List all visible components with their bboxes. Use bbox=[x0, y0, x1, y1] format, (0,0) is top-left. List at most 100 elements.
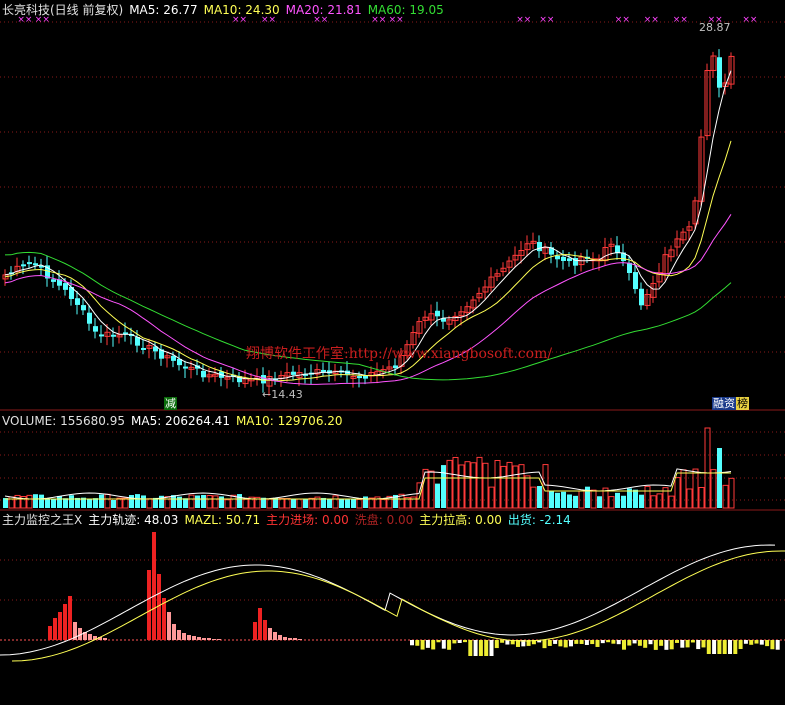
volume-bar bbox=[380, 499, 387, 509]
indicator-header-item: 主力进场: 0.00 bbox=[266, 513, 349, 527]
volume-bar bbox=[446, 459, 453, 509]
volume-bar bbox=[122, 497, 129, 509]
shakeout-bar bbox=[775, 640, 780, 650]
shakeout-bar bbox=[425, 640, 430, 648]
volume-ma5-line bbox=[4, 468, 732, 500]
volume-bar bbox=[351, 499, 356, 508]
shakeout-bar bbox=[463, 640, 467, 643]
candle-body bbox=[99, 334, 104, 337]
volume-bar bbox=[555, 492, 560, 508]
volume-bar bbox=[111, 499, 116, 508]
candle-body bbox=[111, 334, 116, 337]
volume-bar bbox=[26, 494, 33, 509]
dragon-tiger-list-tag[interactable]: 榜 bbox=[736, 397, 749, 410]
candle-body bbox=[435, 310, 440, 317]
price-header-item: MA60: 19.05 bbox=[367, 3, 444, 17]
main-entry-bar bbox=[278, 635, 282, 640]
volume-bar bbox=[704, 427, 711, 509]
indicator-header-item: 出货: -2.14 bbox=[507, 513, 571, 527]
volume-header-item: MA10: 129706.20 bbox=[235, 414, 343, 428]
volume-bar bbox=[686, 488, 693, 509]
volume-bar bbox=[717, 448, 722, 508]
volume-bar bbox=[135, 494, 140, 508]
main-entry-bar bbox=[298, 639, 302, 640]
candle-body bbox=[33, 263, 38, 266]
price-header-item: MA10: 24.30 bbox=[203, 3, 280, 17]
candle-body bbox=[51, 279, 56, 282]
candle-body bbox=[567, 258, 572, 262]
indicator-header-item: 主力监控之王X bbox=[2, 513, 83, 527]
volume-bar bbox=[368, 497, 375, 509]
volume-bar bbox=[567, 494, 572, 508]
volume-bar bbox=[512, 465, 519, 509]
shakeout-bar bbox=[754, 640, 759, 644]
margin-trading-tag[interactable]: 融资 bbox=[712, 397, 736, 410]
volume-bar bbox=[650, 495, 657, 509]
volume-bar bbox=[452, 456, 459, 509]
main-entry-bar bbox=[48, 626, 52, 640]
shakeout-bar bbox=[494, 640, 499, 649]
main-entry-bar bbox=[152, 532, 156, 640]
shakeout-bar bbox=[632, 640, 637, 644]
main-entry-bar bbox=[202, 638, 206, 640]
volume-bar bbox=[129, 495, 134, 508]
volume-bar bbox=[188, 494, 195, 509]
candle-body bbox=[639, 288, 644, 306]
price-panel-header: 长亮科技(日线 前复权) MA5: 26.77 MA10: 24.30 MA20: 2… bbox=[2, 3, 450, 17]
shakeout-bar bbox=[712, 640, 717, 654]
volume-bar bbox=[458, 464, 465, 509]
shakeout-bar bbox=[489, 640, 494, 656]
volume-bar bbox=[524, 475, 531, 509]
volume-bar bbox=[549, 490, 554, 508]
main-entry-bar bbox=[167, 612, 171, 640]
volume-bar bbox=[578, 490, 585, 509]
signal-marker: ×× bbox=[615, 15, 630, 25]
volume-bar bbox=[728, 477, 735, 509]
low-price-label: ←14.43 bbox=[262, 388, 303, 401]
volume-bar bbox=[69, 495, 74, 508]
volume-bar bbox=[428, 470, 435, 509]
volume-bar bbox=[224, 499, 231, 509]
shakeout-bar bbox=[637, 640, 642, 646]
volume-header-item: MA5: 206264.41 bbox=[131, 414, 230, 428]
volume-bar bbox=[206, 495, 213, 509]
shakeout-bar bbox=[473, 640, 478, 656]
volume-bar bbox=[482, 462, 489, 509]
shakeout-bar bbox=[595, 640, 600, 647]
volume-bar bbox=[177, 496, 182, 508]
volume-bar bbox=[441, 465, 446, 508]
volume-bar bbox=[284, 498, 291, 509]
volume-bar bbox=[99, 494, 104, 508]
signal-marker: ×× bbox=[673, 15, 688, 25]
main-entry-bar bbox=[187, 635, 191, 640]
volume-bar bbox=[45, 498, 50, 508]
watermark-text: 翔博软件工作室:http://www.xiangbosoft.com/ bbox=[246, 346, 553, 362]
volume-bar bbox=[644, 485, 651, 509]
mazl-line bbox=[11, 550, 785, 662]
main-entry-bar bbox=[268, 628, 272, 640]
volume-bar bbox=[621, 495, 626, 508]
volume-bar bbox=[518, 464, 525, 509]
candle-body bbox=[93, 326, 98, 332]
volume-bar bbox=[116, 497, 123, 509]
candle-body bbox=[555, 255, 560, 260]
main-entry-bar bbox=[58, 612, 62, 640]
shakeout-bar bbox=[452, 640, 457, 644]
reduce-holding-tag[interactable]: 减 bbox=[164, 397, 177, 410]
volume-bar bbox=[171, 495, 176, 508]
main-entry-bar bbox=[197, 637, 201, 640]
shakeout-bar bbox=[447, 640, 452, 650]
candle-body bbox=[291, 371, 296, 375]
shakeout-bar bbox=[606, 640, 611, 643]
volume-bar bbox=[339, 498, 344, 508]
volume-bar bbox=[680, 469, 687, 509]
shakeout-bar bbox=[696, 640, 701, 650]
shakeout-bar bbox=[759, 640, 764, 645]
shakeout-bar bbox=[728, 640, 732, 654]
candle-body bbox=[75, 298, 80, 305]
shakeout-bar bbox=[579, 640, 584, 644]
shakeout-bar bbox=[431, 640, 436, 650]
volume-bar bbox=[93, 498, 98, 508]
shakeout-bar bbox=[484, 640, 489, 656]
signal-marker: ×× bbox=[516, 15, 531, 25]
